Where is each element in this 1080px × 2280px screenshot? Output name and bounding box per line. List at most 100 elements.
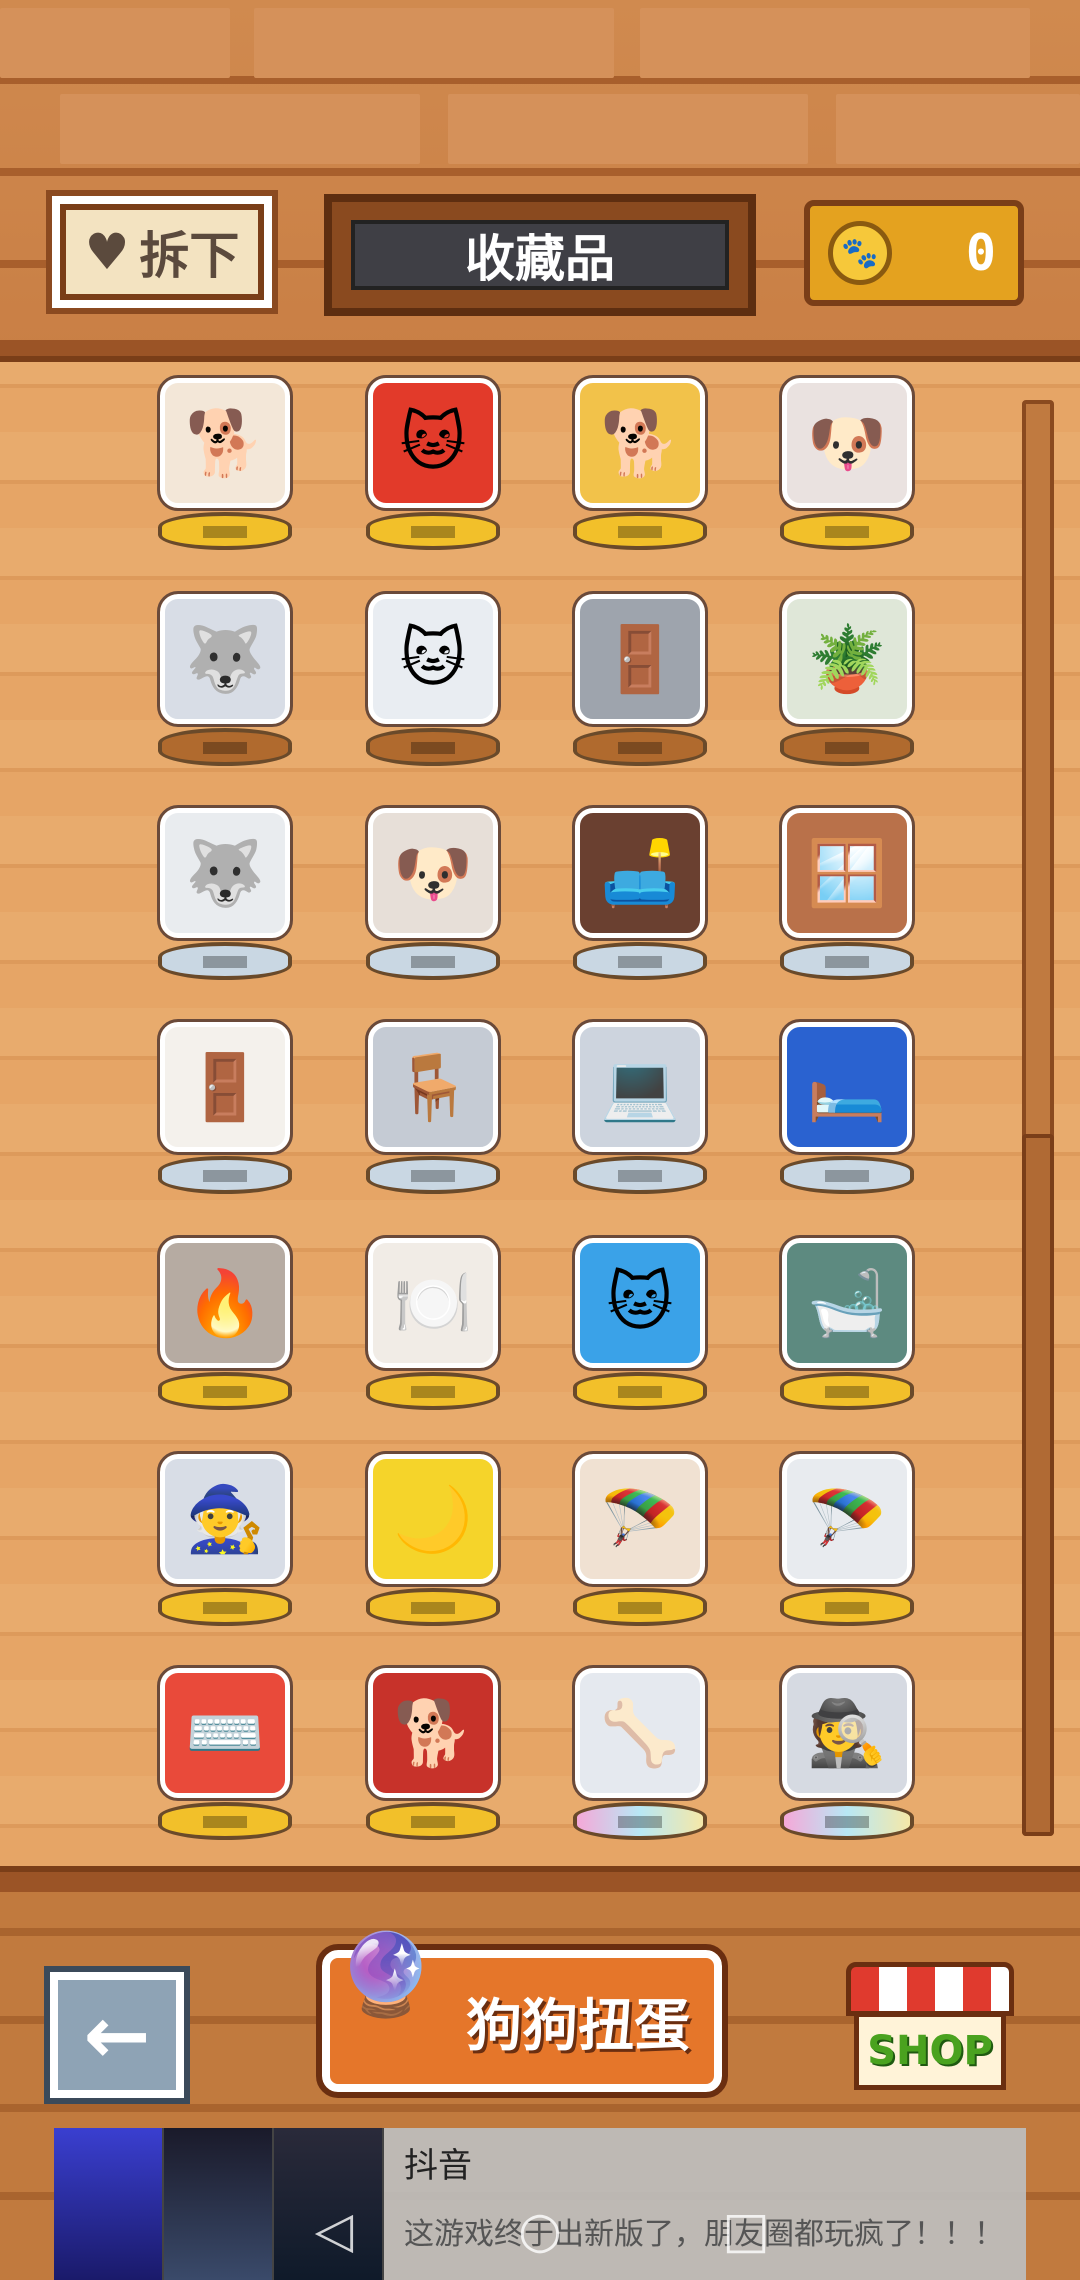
shop-awning-icon	[846, 1962, 1014, 2016]
figurine-nameplate	[203, 526, 247, 538]
collection-item-cat-snow-globe-red[interactable]: 🐱	[338, 368, 528, 558]
figurine-nameplate	[618, 1602, 662, 1614]
cat-snow-globe-blue-icon: 🐱	[572, 1235, 708, 1371]
collection-item-keyboard-husky-figurine[interactable]: ⌨️	[130, 1658, 320, 1848]
figurine-nameplate	[411, 1602, 455, 1614]
ad-thumbnail	[164, 2128, 274, 2280]
moon-husky-figurine-icon: 🌙	[365, 1451, 501, 1587]
wardrobe-figurine-icon: 🚪	[572, 591, 708, 727]
figurine-nameplate	[411, 956, 455, 968]
window-husky-figurine-icon: 🐺	[157, 805, 293, 941]
fireplace-figurine-icon: 🔥	[157, 1235, 293, 1371]
figurine-nameplate	[411, 526, 455, 538]
collection-item-cat-pole-figurine[interactable]: 🐱	[338, 584, 528, 774]
round-window-figurine-icon: 🪟	[779, 805, 915, 941]
collection-item-husky-figurine[interactable]: 🐺	[130, 584, 320, 774]
figurine-nameplate	[618, 742, 662, 754]
collection-item-moon-husky-figurine[interactable]: 🌙	[338, 1444, 528, 1634]
heart-icon: ♥	[84, 223, 130, 281]
collection-item-husky-bone-figurine[interactable]: 🦴	[545, 1658, 735, 1848]
figurine-nameplate	[825, 526, 869, 538]
title-frame: 收藏品	[324, 194, 756, 316]
figurine-nameplate	[618, 1816, 662, 1828]
scrollbar-thumb[interactable]	[1022, 1134, 1054, 1836]
parachute-husky-figurine-icon: 🪂	[779, 1451, 915, 1587]
ad-thumbnail	[54, 2128, 164, 2280]
armchair-figurine-icon: 🪑	[365, 1019, 501, 1155]
figurine-nameplate	[618, 956, 662, 968]
dinner-table-figurine-icon: 🍽️	[365, 1235, 501, 1371]
collection-item-dog-desk-figurine[interactable]: 🐕	[130, 368, 320, 558]
figurine-nameplate	[411, 742, 455, 754]
page-title: 收藏品	[351, 220, 729, 290]
collection-item-arch-door-figurine[interactable]: 🚪	[130, 1012, 320, 1202]
collection-item-parachute-husky-figurine[interactable]: 🪂	[752, 1444, 942, 1634]
collection-item-blue-bed-figurine[interactable]: 🛏️	[752, 1012, 942, 1202]
collection-item-armchair-figurine[interactable]: 🪑	[338, 1012, 528, 1202]
collection-item-dog-nest-figurine[interactable]: 🐕	[545, 368, 735, 558]
collection-item-computer-desk-figurine[interactable]: 💻	[545, 1012, 735, 1202]
keyboard-husky-figurine-icon: ⌨️	[157, 1665, 293, 1801]
remove-button[interactable]: ♥ 拆下	[46, 190, 278, 314]
collection-item-window-husky-figurine[interactable]: 🐺	[130, 798, 320, 988]
figurine-nameplate	[411, 1386, 455, 1398]
dogs-pile-figurine-icon: 🐶	[779, 375, 915, 511]
gacha-balls-icon: 🔮	[336, 1928, 436, 2021]
figurine-nameplate	[825, 1816, 869, 1828]
figurine-nameplate	[203, 1170, 247, 1182]
figurine-nameplate	[203, 1816, 247, 1828]
figurine-nameplate	[203, 742, 247, 754]
figurine-nameplate	[618, 1386, 662, 1398]
ad-thumbnails	[54, 2128, 384, 2280]
shop-label: SHOP	[854, 2012, 1006, 2090]
shop-button[interactable]: SHOP	[846, 1962, 1014, 2092]
shelf-bottom-edge	[0, 1866, 1080, 1892]
figurine-nameplate	[825, 1386, 869, 1398]
ad-banner[interactable]: 抖音 这游戏终于出新版了，朋友圈都玩疯了！！！	[54, 2128, 1026, 2280]
collection-item-bathtub-figurine[interactable]: 🛁	[752, 1228, 942, 1418]
figurine-nameplate	[203, 1386, 247, 1398]
collection-item-detective-husky-figurine[interactable]: 🕵️	[752, 1658, 942, 1848]
dog-nest-figurine-icon: 🐕	[572, 375, 708, 511]
figurine-nameplate	[825, 1602, 869, 1614]
bathtub-figurine-icon: 🛁	[779, 1235, 915, 1371]
figurine-nameplate	[203, 1602, 247, 1614]
gacha-button[interactable]: 🔮 狗狗扭蛋	[316, 1928, 728, 2098]
collection-item-round-window-figurine[interactable]: 🪟	[752, 798, 942, 988]
figurine-nameplate	[618, 526, 662, 538]
dog-desk-figurine-icon: 🐕	[157, 375, 293, 511]
paw-coin-icon: 🐾	[828, 221, 892, 285]
figurine-nameplate	[825, 1170, 869, 1182]
husky-figurine-icon: 🐺	[157, 591, 293, 727]
figurine-nameplate	[825, 956, 869, 968]
cat-pole-figurine-icon: 🐱	[365, 591, 501, 727]
collection-item-dogs-pile-figurine[interactable]: 🐶	[752, 368, 942, 558]
collection-item-corgi-husky-pair-figurine[interactable]: 🐶	[338, 798, 528, 988]
back-button[interactable]: ←	[44, 1966, 190, 2104]
collection-item-parachute-shiba-figurine[interactable]: 🪂	[545, 1444, 735, 1634]
chair-shiba-figurine-icon: 🐕	[365, 1665, 501, 1801]
detective-husky-figurine-icon: 🕵️	[779, 1665, 915, 1801]
husky-bone-figurine-icon: 🦴	[572, 1665, 708, 1801]
collection-item-fireplace-figurine[interactable]: 🔥	[130, 1228, 320, 1418]
blue-bed-figurine-icon: 🛏️	[779, 1019, 915, 1155]
figurine-nameplate	[203, 956, 247, 968]
corgi-husky-pair-figurine-icon: 🐶	[365, 805, 501, 941]
collection-item-plant-table-figurine[interactable]: 🪴	[752, 584, 942, 774]
parachute-shiba-figurine-icon: 🪂	[572, 1451, 708, 1587]
coin-count: 0	[965, 224, 996, 282]
witch-husky-figurine-icon: 🧙	[157, 1451, 293, 1587]
figurine-nameplate	[618, 1170, 662, 1182]
collection-item-wardrobe-figurine[interactable]: 🚪	[545, 584, 735, 774]
arch-door-figurine-icon: 🚪	[157, 1019, 293, 1155]
cat-snow-globe-red-icon: 🐱	[365, 375, 501, 511]
collection-item-couch-figurine[interactable]: 🛋️	[545, 798, 735, 988]
collection-item-witch-husky-figurine[interactable]: 🧙	[130, 1444, 320, 1634]
collection-item-chair-shiba-figurine[interactable]: 🐕	[338, 1658, 528, 1848]
shelf-top-edge	[0, 340, 1080, 362]
paw-coin-counter: 🐾 0	[804, 200, 1024, 306]
collection-item-cat-snow-globe-blue[interactable]: 🐱	[545, 1228, 735, 1418]
collection-item-dinner-table-figurine[interactable]: 🍽️	[338, 1228, 528, 1418]
plant-table-figurine-icon: 🪴	[779, 591, 915, 727]
figurine-nameplate	[411, 1816, 455, 1828]
